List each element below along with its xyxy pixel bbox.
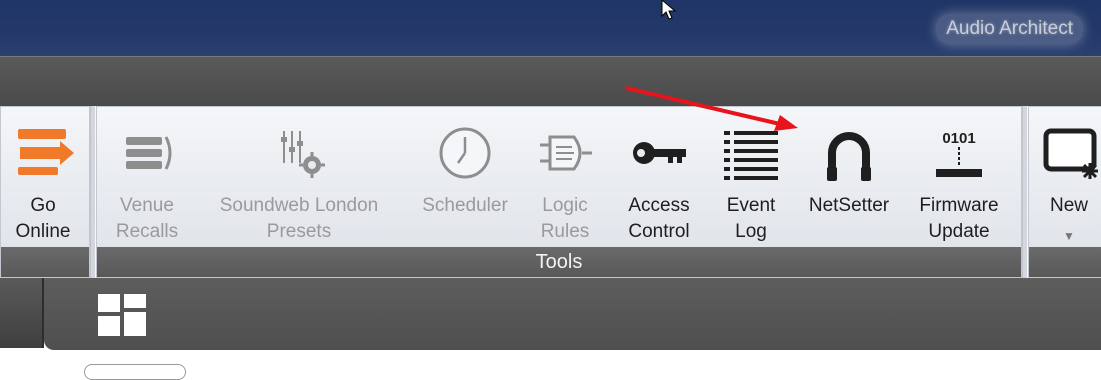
scroll-tab[interactable]	[84, 364, 186, 380]
svg-text:0101: 0101	[942, 130, 975, 147]
access-control-button[interactable]: Access Control	[611, 115, 707, 247]
access-control-label: Access Control	[628, 195, 690, 242]
soundweb-london-presets-label: Soundweb London Presets	[219, 195, 379, 242]
new-button[interactable]: New ▼	[1029, 115, 1101, 247]
netsetter-button[interactable]: NetSetter	[797, 115, 901, 247]
netsetter-icon	[827, 132, 871, 181]
venue-recalls-label: Venue Recalls	[115, 195, 179, 242]
go-online-button[interactable]: Go Online	[0, 115, 93, 247]
ribbon-group-online: Go Online	[0, 106, 90, 278]
soundweb-presets-icon	[281, 131, 325, 178]
soundweb-london-presets-button[interactable]: Soundweb London Presets	[201, 115, 397, 247]
ribbon-group-new: New ▼	[1028, 106, 1101, 278]
document-header	[44, 278, 1101, 350]
side-panel-tab[interactable]	[0, 278, 44, 348]
scheduler-button[interactable]: Scheduler	[409, 115, 521, 247]
chevron-down-icon[interactable]: ▼	[1063, 229, 1075, 243]
venue-recalls-button[interactable]: Venue Recalls	[99, 115, 195, 247]
firmware-update-label: Firmware Update	[919, 195, 999, 242]
ribbon-group-label	[1029, 247, 1101, 277]
venue-recalls-icon	[126, 136, 172, 170]
new-label: New	[1049, 195, 1088, 216]
tools-group-label: Tools	[97, 247, 1021, 277]
event-log-button[interactable]: Event Log	[711, 115, 791, 247]
logic-rules-icon	[540, 135, 592, 171]
title-bar: Audio Architect	[0, 0, 1101, 56]
netsetter-label: NetSetter	[808, 195, 890, 216]
mouse-cursor-icon	[661, 0, 677, 20]
go-online-icon	[18, 129, 74, 175]
layout-icon[interactable]	[96, 292, 148, 338]
scheduler-label: Scheduler	[422, 195, 508, 216]
event-log-label: Event Log	[726, 195, 776, 242]
ribbon-group-label	[1, 247, 89, 277]
menu-strip	[0, 56, 1101, 107]
logic-rules-button[interactable]: Logic Rules	[525, 115, 605, 247]
key-icon	[633, 142, 686, 164]
document-area	[0, 278, 1101, 380]
go-online-label: Go Online	[15, 195, 71, 242]
new-window-icon	[1043, 128, 1098, 179]
firmware-icon: 0101	[936, 130, 982, 177]
ribbon-group-tools: Tools Venue Recalls Soundweb London Pres…	[96, 106, 1022, 278]
app-title: Audio Architect	[936, 14, 1083, 44]
list-icon	[724, 131, 778, 180]
logic-rules-label: Logic Rules	[540, 195, 590, 242]
clock-icon	[439, 127, 491, 179]
firmware-update-button[interactable]: 0101 Firmware Update	[909, 115, 1009, 247]
ribbon: Go Online Tools Venue Recalls Soundweb L…	[0, 106, 1101, 278]
